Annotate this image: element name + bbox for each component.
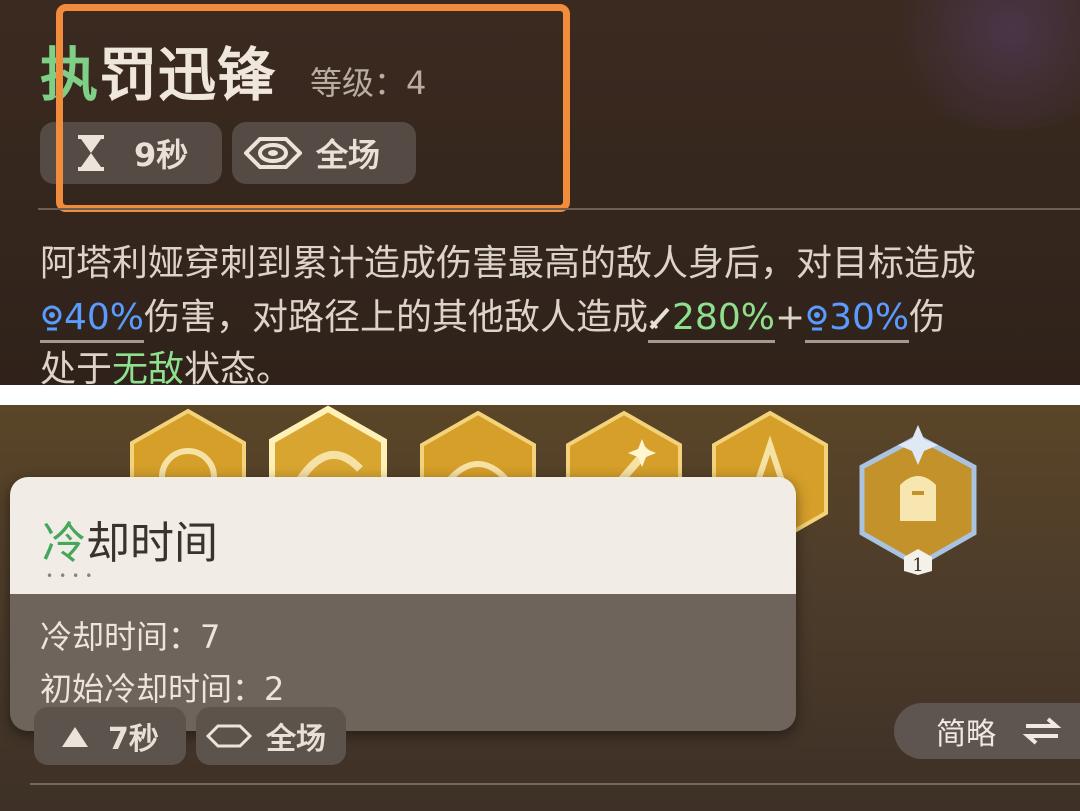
tooltip-title-rest: 却时间 (86, 518, 218, 569)
desc-text: 处于 (40, 349, 113, 385)
description-line-1: 阿塔利娅穿刺到累计造成伤害最高的敌人身后，对目标造成 (40, 243, 977, 284)
magic-pct-1: 40% (64, 297, 145, 338)
highlight-annotation-box (56, 4, 570, 212)
tooltip-title: 冷却时间 (42, 507, 218, 571)
desc-text: 状态。 (184, 349, 293, 385)
magic-damage-term[interactable]: 40% (40, 297, 145, 343)
magic-pct-2: 30% (829, 297, 910, 338)
duration-value: 7秒 (108, 722, 159, 757)
plus-sign: + (774, 297, 806, 338)
toggle-label: 简略 (936, 717, 996, 752)
eye-area-icon (206, 724, 252, 748)
brief-toggle-button[interactable]: 简略 (894, 703, 1080, 759)
physical-pct: 280% (672, 297, 775, 338)
tooltip-dots: •••• (46, 569, 99, 583)
area-value: 全场 (266, 722, 326, 757)
invincible-term[interactable]: 无敌 (112, 349, 184, 385)
magic-damage-icon (807, 305, 827, 331)
desc-text: 伤害，对路径上的其他敌人造成 (144, 297, 649, 338)
badge-number: 1 (912, 555, 923, 575)
area-chip: 全场 (196, 707, 346, 765)
divider (30, 783, 1080, 785)
background-glow (880, 0, 1080, 130)
hourglass-icon (62, 727, 88, 747)
cooldown-value: 冷却时间：7 (40, 618, 221, 656)
desc-tail: 伤 (909, 297, 946, 338)
sword-damage-icon (649, 307, 670, 330)
divider (38, 208, 1080, 210)
skill-upgrade-panel: 1 冷却时间 •••• 冷却时间：7 初始冷却时间：2 7秒 全场 简略 (0, 405, 1080, 811)
magic-damage-icon (42, 305, 62, 331)
tooltip-title-first: 冷 (42, 518, 86, 569)
cooldown-tooltip: 冷却时间 •••• 冷却时间：7 初始冷却时间：2 (10, 477, 796, 731)
description-line-3: 处于无敌状态。 (40, 340, 292, 385)
duration-chip: 7秒 (34, 707, 186, 765)
tooltip-header: 冷却时间 •••• (10, 477, 796, 594)
description-line-2: 40%伤害，对路径上的其他敌人造成 280%+ 30%伤 (40, 288, 946, 343)
magic-damage-term-2[interactable]: 30% (805, 297, 910, 343)
physical-damage-term[interactable]: 280% (648, 297, 775, 343)
skill-detail-panel: 执罚迅锋 等级：4 9秒 全场 阿塔利娅穿刺到累计造成伤害最高的敌人身后，对目标… (0, 0, 1080, 385)
swap-icon (1022, 717, 1062, 745)
skill-hex-icon-6-knight[interactable]: 1 (856, 425, 980, 575)
initial-cooldown-value: 初始冷却时间：2 (40, 670, 285, 708)
